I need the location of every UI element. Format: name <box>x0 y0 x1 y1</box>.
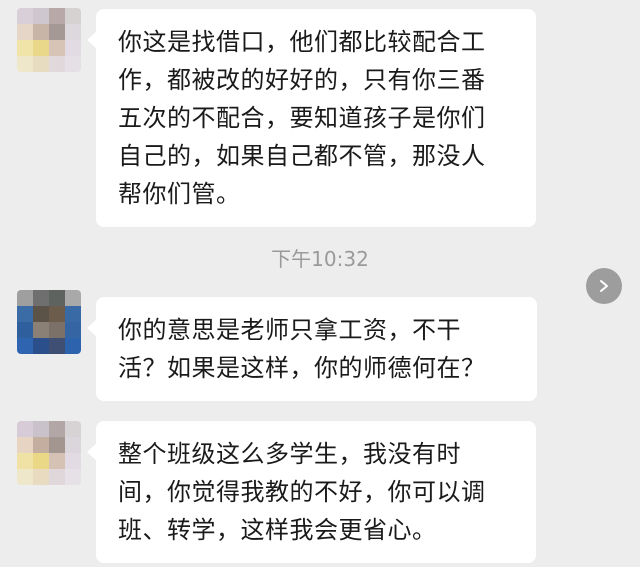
message-bubble[interactable]: 整个班级这么多学生，我没有时 间，你觉得我教的不好，你可以调 班、转学，这样我会… <box>87 421 536 563</box>
message-line: 班、转学，这样我会更省心。 <box>118 516 437 544</box>
next-message-button[interactable] <box>586 268 622 304</box>
chat-history: 你这是找借口，他们都比较配合工 作，都被改的好好的，只有你三番 五次的不配合，要… <box>0 0 640 567</box>
message-line: 作，都被改的好好的，只有你三番 <box>118 66 486 94</box>
avatar[interactable] <box>17 290 81 354</box>
message-bubble[interactable]: 你的意思是老师只拿工资，不干 活？如果是这样，你的师德何在？ <box>87 297 537 401</box>
message-line: 整个班级这么多学生，我没有时 <box>118 440 461 468</box>
message-line: 间，你觉得我教的不好，你可以调 <box>118 478 486 506</box>
message-line: 你这是找借口，他们都比较配合工 <box>118 28 486 56</box>
message-line: 你的意思是老师只拿工资，不干 <box>118 316 461 344</box>
message-bubble[interactable]: 你这是找借口，他们都比较配合工 作，都被改的好好的，只有你三番 五次的不配合，要… <box>87 9 536 227</box>
message-timestamp: 下午10:32 <box>271 247 369 271</box>
message-line: 自己的，如果自己都不管，那没人 <box>118 142 486 170</box>
message-line: 五次的不配合，要知道孩子是你们 <box>118 104 486 132</box>
chevron-right-icon <box>600 280 608 292</box>
avatar[interactable] <box>17 8 81 72</box>
message-line: 活？如果是这样，你的师德何在？ <box>118 354 486 382</box>
message-line: 帮你们管。 <box>118 180 241 208</box>
avatar[interactable] <box>17 421 81 485</box>
